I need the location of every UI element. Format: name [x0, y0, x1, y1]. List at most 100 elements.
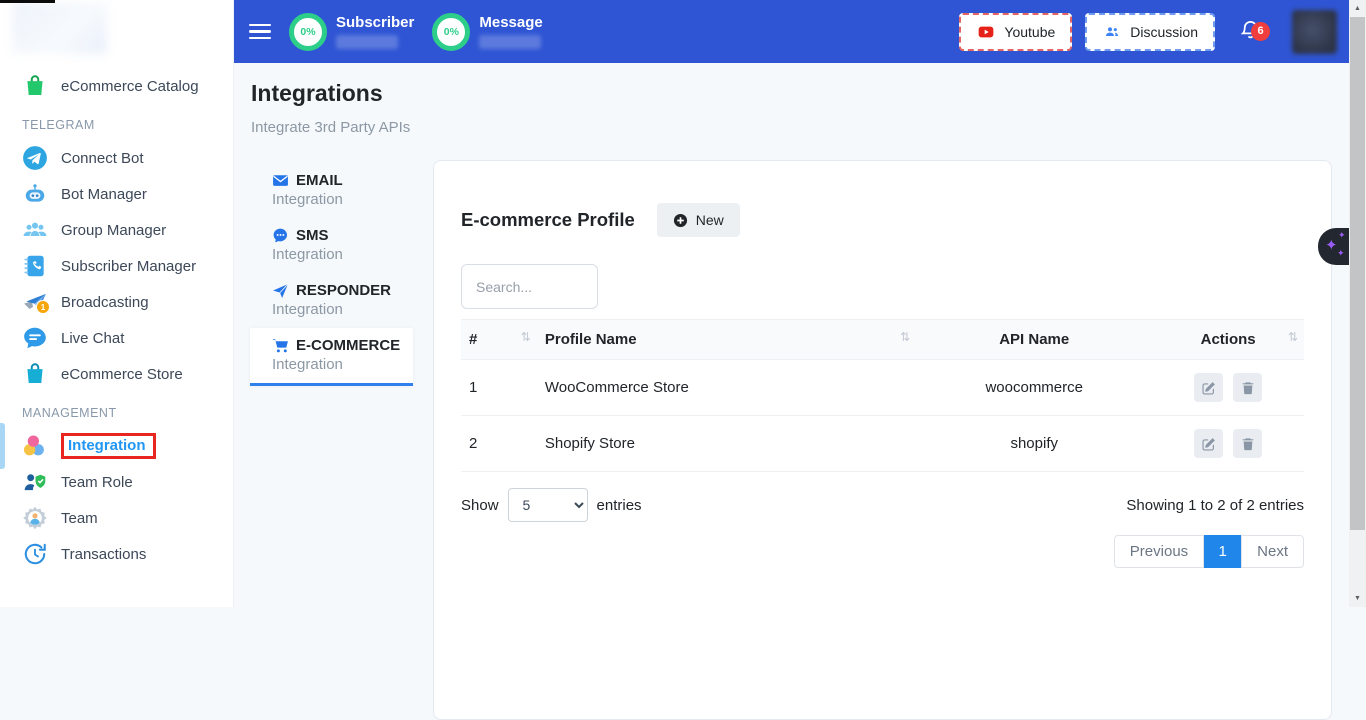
contacts-phone-icon: [22, 253, 48, 279]
table-row: 2 Shopify Store shopify: [461, 416, 1304, 472]
youtube-button-label: Youtube: [1004, 24, 1055, 40]
shopping-bag-icon: [22, 73, 48, 99]
table-row: 1 WooCommerce Store woocommerce: [461, 360, 1304, 416]
top-header: 0% Subscriber 0% Message Youtube Discuss…: [233, 0, 1349, 63]
sidebar-item-ecommerce-catalog[interactable]: eCommerce Catalog: [0, 68, 233, 104]
window-artifact-bar: [0, 0, 55, 3]
subscriber-progress-ring: 0%: [289, 13, 327, 51]
current-page-button[interactable]: 1: [1204, 535, 1241, 568]
sms-icon: [272, 227, 289, 244]
delete-button[interactable]: [1233, 429, 1262, 458]
edit-icon: [1202, 381, 1216, 395]
search-input[interactable]: [461, 264, 598, 309]
show-label: Show: [461, 497, 499, 514]
entries-label: entries: [597, 497, 642, 514]
api-name-cell: shopify: [916, 416, 1152, 472]
next-page-button[interactable]: Next: [1241, 535, 1304, 568]
sidebar-item-team-role[interactable]: Team Role: [0, 464, 233, 500]
active-item-indicator: [0, 423, 5, 469]
profile-name-cell: Shopify Store: [537, 416, 916, 472]
integration-circles-icon: [22, 433, 48, 459]
subnav-item-email[interactable]: EMAIL Integration: [250, 163, 413, 218]
youtube-button[interactable]: Youtube: [959, 13, 1072, 51]
page-size-select[interactable]: 5: [508, 488, 588, 522]
showing-entries-text: Showing 1 to 2 of 2 entries: [1126, 497, 1304, 514]
discussion-button[interactable]: Discussion: [1085, 13, 1215, 51]
sidebar-item-label: eCommerce Catalog: [61, 78, 199, 95]
ai-assistant-button[interactable]: ✦ ✦ ✦: [1318, 228, 1349, 265]
sidebar-item-team[interactable]: Team: [0, 500, 233, 536]
sidebar-item-label: Group Manager: [61, 222, 166, 239]
subnav-item-sub: Integration: [272, 191, 413, 208]
scroll-down-arrow[interactable]: ▼: [1349, 590, 1366, 607]
page-subtitle: Integrate 3rd Party APIs: [251, 119, 410, 136]
sidebar-item-broadcasting[interactable]: 1 Broadcasting: [0, 284, 233, 320]
main-content: Integrations Integrate 3rd Party APIs EM…: [233, 63, 1349, 607]
robot-icon: [22, 181, 48, 207]
sidebar: eCommerce Catalog TELEGRAM Connect Bot B…: [0, 0, 234, 607]
sidebar-item-connect-bot[interactable]: Connect Bot: [0, 140, 233, 176]
subnav-item-responder[interactable]: RESPONDER Integration: [250, 273, 413, 328]
sidebar-item-label: eCommerce Store: [61, 366, 183, 383]
broadcasting-badge: 1: [36, 300, 50, 314]
edit-button[interactable]: [1194, 373, 1223, 402]
subnav-item-title: EMAIL: [296, 172, 343, 189]
sidebar-item-label: Transactions: [61, 546, 146, 563]
sidebar-item-label: Subscriber Manager: [61, 258, 196, 275]
team-role-shield-icon: [22, 469, 48, 495]
new-button-label: New: [696, 212, 724, 228]
previous-page-button[interactable]: Previous: [1114, 535, 1204, 568]
scroll-up-arrow[interactable]: ▲: [1349, 0, 1366, 17]
column-header-actions[interactable]: Actions ⇅: [1152, 320, 1304, 360]
subscriber-stat-value-redacted: [336, 35, 398, 49]
user-avatar[interactable]: [1292, 10, 1337, 54]
sidebar-item-bot-manager[interactable]: Bot Manager: [0, 176, 233, 212]
sidebar-item-label: Connect Bot: [61, 150, 144, 167]
message-stat-value-redacted: [479, 35, 541, 49]
sidebar-item-label: Broadcasting: [61, 294, 149, 311]
hamburger-menu-icon[interactable]: [249, 20, 271, 44]
row-number: 1: [461, 360, 537, 416]
subnav-item-title: E-COMMERCE: [296, 337, 400, 354]
subnav-item-ecommerce[interactable]: E-COMMERCE Integration: [250, 328, 413, 386]
sidebar-item-label: Team Role: [61, 474, 133, 491]
notification-count-badge: 6: [1251, 22, 1270, 41]
sidebar-item-subscriber-manager[interactable]: Subscriber Manager: [0, 248, 233, 284]
subnav-item-sms[interactable]: SMS Integration: [250, 218, 413, 273]
sidebar-item-integration[interactable]: Integration: [0, 428, 233, 464]
card-title: E-commerce Profile: [461, 209, 635, 231]
notifications-button[interactable]: 6: [1239, 18, 1262, 46]
pagination: Previous 1 Next: [461, 535, 1304, 568]
delete-button[interactable]: [1233, 373, 1262, 402]
column-header-api-name[interactable]: API Name: [916, 320, 1152, 360]
message-stat: 0% Message: [432, 13, 542, 51]
api-name-cell: woocommerce: [916, 360, 1152, 416]
sidebar-item-transactions[interactable]: Transactions: [0, 536, 233, 572]
sparkles-icon: ✦: [1337, 248, 1345, 259]
trash-icon: [1241, 437, 1255, 451]
telegram-icon: [22, 145, 48, 171]
new-profile-button[interactable]: New: [657, 203, 740, 237]
sort-icon: ⇅: [521, 330, 531, 344]
scrollbar[interactable]: ▲ ▼: [1349, 0, 1366, 607]
sidebar-item-ecommerce-store[interactable]: eCommerce Store: [0, 356, 233, 392]
column-header-num[interactable]: # ⇅: [461, 320, 537, 360]
sidebar-item-group-manager[interactable]: Group Manager: [0, 212, 233, 248]
discussion-button-label: Discussion: [1130, 24, 1198, 40]
subscriber-stat-label: Subscriber: [336, 14, 414, 31]
integration-subnav: EMAIL Integration SMS Integration RESPON…: [250, 163, 413, 386]
sidebar-item-live-chat[interactable]: Live Chat: [0, 320, 233, 356]
scrollbar-thumb[interactable]: [1350, 17, 1365, 530]
group-icon: [22, 217, 48, 243]
column-header-profile-name[interactable]: Profile Name ⇅: [537, 320, 916, 360]
sidebar-item-label: Team: [61, 510, 98, 527]
transactions-clock-icon: [22, 541, 48, 567]
integration-annotation-box: Integration: [61, 433, 156, 459]
sidebar-item-label: Bot Manager: [61, 186, 147, 203]
edit-button[interactable]: [1194, 429, 1223, 458]
subscriber-stat: 0% Subscriber: [289, 13, 414, 51]
page-title: Integrations: [251, 80, 383, 107]
team-gear-icon: [22, 505, 48, 531]
profiles-table: # ⇅ Profile Name ⇅ API Name Actions ⇅: [461, 319, 1304, 472]
edit-icon: [1202, 437, 1216, 451]
